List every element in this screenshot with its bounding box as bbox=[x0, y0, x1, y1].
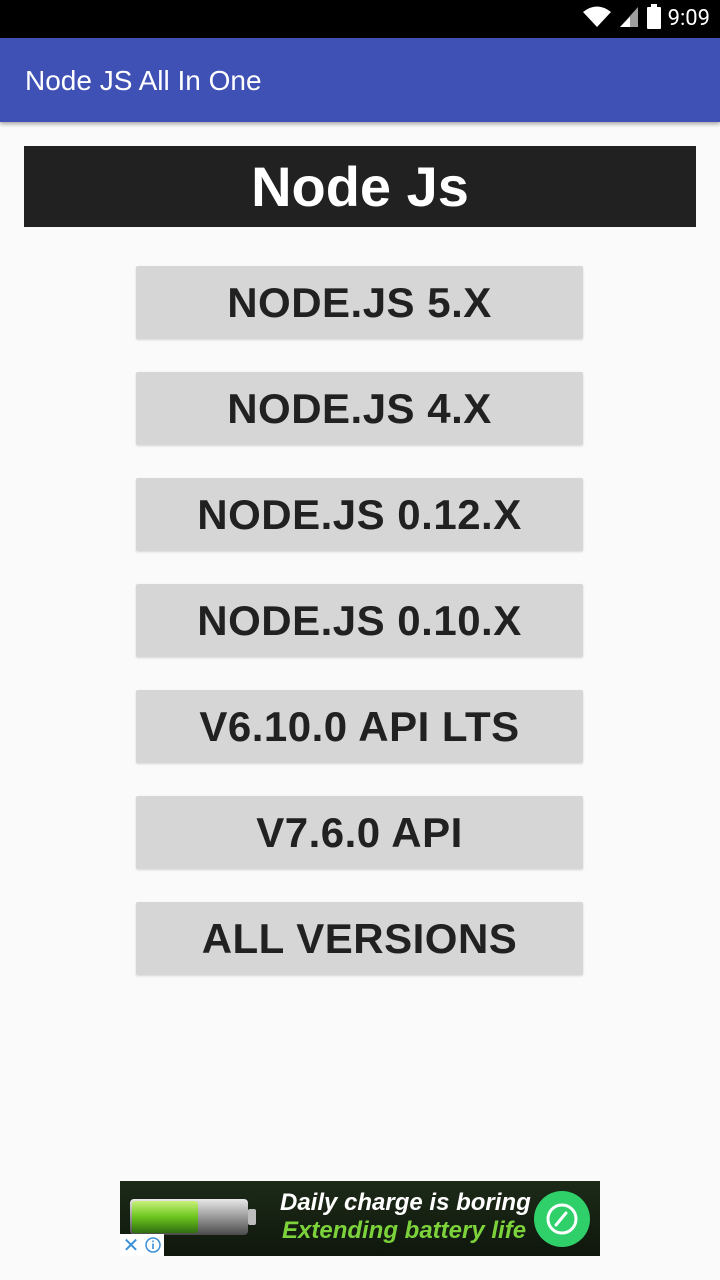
header-banner: Node Js bbox=[24, 146, 696, 227]
v6-api-lts-button[interactable]: V6.10.0 API LTS bbox=[136, 690, 583, 763]
ad-banner[interactable]: Daily charge is boring Extending battery… bbox=[120, 1181, 600, 1256]
wifi-icon bbox=[582, 5, 612, 34]
info-icon[interactable] bbox=[142, 1234, 164, 1256]
signal-icon bbox=[618, 5, 640, 34]
node-4x-button[interactable]: NODE.JS 4.X bbox=[136, 372, 583, 445]
v7-api-button[interactable]: V7.6.0 API bbox=[136, 796, 583, 869]
app-bar: Node JS All In One bbox=[0, 38, 720, 122]
status-time: 9:09 bbox=[667, 6, 710, 31]
ad-headline: Daily charge is boring bbox=[280, 1189, 531, 1216]
header-title: Node Js bbox=[251, 154, 469, 218]
ad-subline: Extending battery life bbox=[282, 1217, 527, 1244]
node-5x-button[interactable]: NODE.JS 5.X bbox=[136, 266, 583, 339]
charge-cta-icon[interactable] bbox=[534, 1191, 590, 1247]
close-icon[interactable]: ✕ bbox=[120, 1234, 142, 1256]
version-button-list: NODE.JS 5.X NODE.JS 4.X NODE.JS 0.12.X N… bbox=[136, 266, 583, 1008]
all-versions-button[interactable]: ALL VERSIONS bbox=[136, 902, 583, 975]
node-0-12x-button[interactable]: NODE.JS 0.12.X bbox=[136, 478, 583, 551]
node-0-10x-button[interactable]: NODE.JS 0.10.X bbox=[136, 584, 583, 657]
status-icons bbox=[582, 3, 662, 35]
status-bar: 9:09 bbox=[0, 0, 720, 38]
app-title: Node JS All In One bbox=[25, 65, 262, 96]
battery-icon bbox=[646, 3, 662, 35]
